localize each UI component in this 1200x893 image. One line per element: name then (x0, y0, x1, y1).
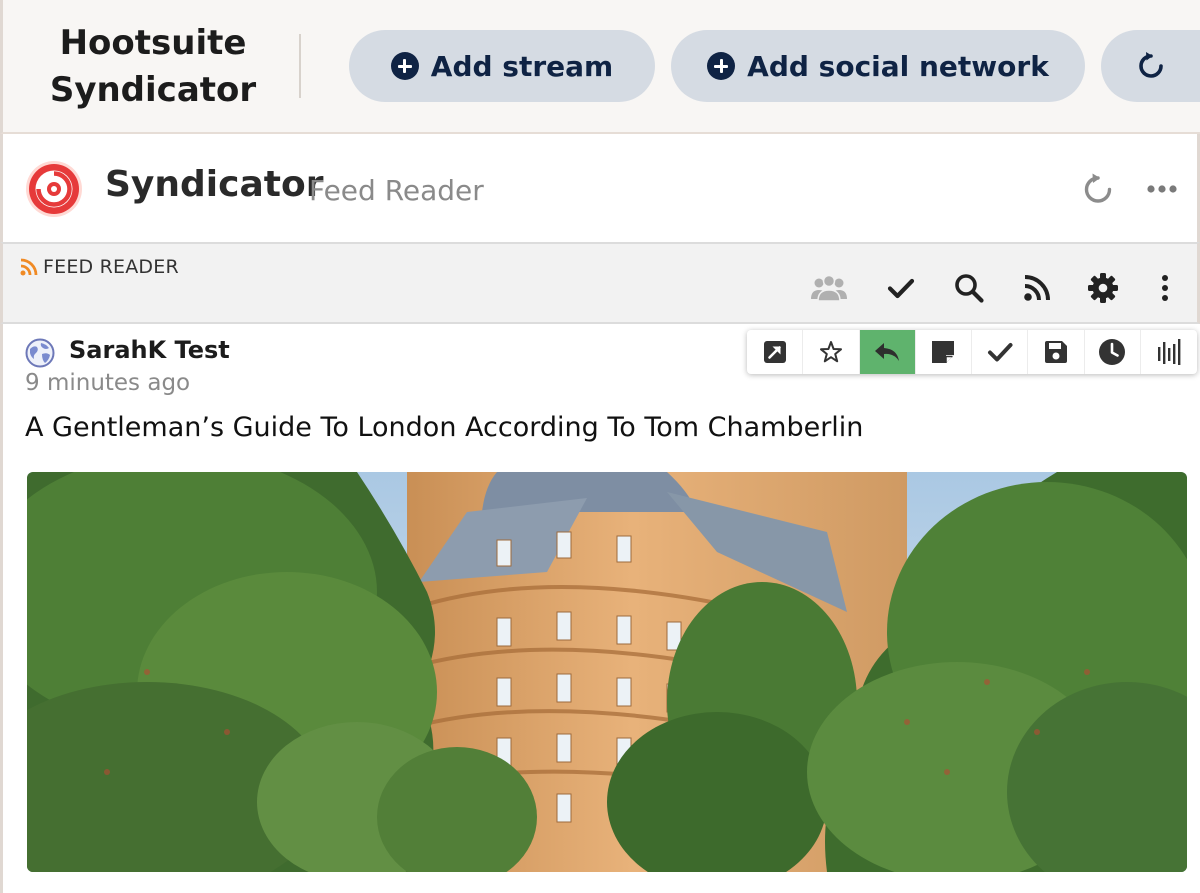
article-image[interactable] (27, 472, 1187, 872)
search-icon (955, 274, 984, 303)
stream-refresh-button[interactable] (1081, 172, 1115, 206)
check-icon (987, 343, 1013, 362)
stream-more-button[interactable] (1143, 172, 1183, 206)
feed-toolbar: FEED READER (0, 242, 1200, 324)
feed-reader-label: FEED READER (43, 256, 179, 278)
add-note-button[interactable] (916, 330, 972, 374)
post-headline[interactable]: A Gentleman’s Guide To London According … (25, 412, 863, 443)
stats-button[interactable] (1141, 330, 1197, 374)
rss-icon (20, 258, 38, 276)
open-link-button[interactable] (747, 330, 804, 374)
check-icon (887, 278, 915, 299)
schedule-button[interactable] (1085, 330, 1141, 374)
more-horizontal-icon (1147, 185, 1177, 193)
stream-header: Syndicator Feed Reader (0, 134, 1200, 242)
stats-icon (1157, 339, 1181, 365)
open-external-icon (763, 341, 786, 363)
title-divider (299, 34, 301, 98)
app-title: Hootsuite Syndicator (33, 20, 273, 114)
refresh-streams-button[interactable] (1101, 30, 1200, 102)
plus-circle-icon (707, 52, 736, 80)
stream-subtitle: Feed Reader (309, 174, 484, 207)
more-vertical-icon (1162, 275, 1168, 301)
stream-title: Syndicator (105, 164, 324, 205)
top-bar: Hootsuite Syndicator Add stream Add soci… (0, 0, 1200, 134)
app-title-line2: Syndicator (49, 70, 257, 110)
refresh-icon (1084, 173, 1112, 203)
add-stream-button[interactable]: Add stream (349, 30, 655, 102)
add-social-network-button[interactable]: Add social network (671, 30, 1085, 102)
toolbar-more-button[interactable] (1145, 268, 1185, 308)
rss-icon (1024, 275, 1050, 301)
add-stream-label: Add stream (430, 49, 614, 83)
rss-feeds-button[interactable] (1017, 268, 1057, 308)
post-action-bar (747, 330, 1197, 374)
favorite-button[interactable] (803, 330, 860, 374)
reply-button[interactable] (859, 330, 916, 374)
syndicator-logo (26, 161, 82, 217)
post-author[interactable]: SarahK Test (69, 336, 230, 364)
plus-circle-icon (390, 52, 419, 80)
clock-icon (1099, 339, 1126, 365)
mark-done-button[interactable] (972, 330, 1029, 374)
reply-icon (875, 343, 900, 361)
team-button[interactable] (809, 268, 849, 308)
feed-post: SarahK Test 9 minutes ago A Gentleman’s … (0, 324, 1200, 893)
refresh-icon (1139, 52, 1163, 78)
note-icon (932, 341, 955, 363)
save-icon (1044, 341, 1067, 363)
gear-icon (1088, 273, 1118, 303)
mark-read-button[interactable] (881, 268, 921, 308)
globe-avatar (25, 338, 55, 368)
post-timestamp: 9 minutes ago (25, 370, 191, 396)
team-icon (811, 274, 847, 302)
search-button[interactable] (949, 268, 989, 308)
feed-reader-tag: FEED READER (19, 256, 179, 278)
add-social-network-label: Add social network (747, 49, 1049, 83)
star-icon (819, 341, 842, 363)
app-title-line1: Hootsuite (59, 23, 247, 63)
settings-button[interactable] (1083, 268, 1123, 308)
save-post-button[interactable] (1028, 330, 1085, 374)
